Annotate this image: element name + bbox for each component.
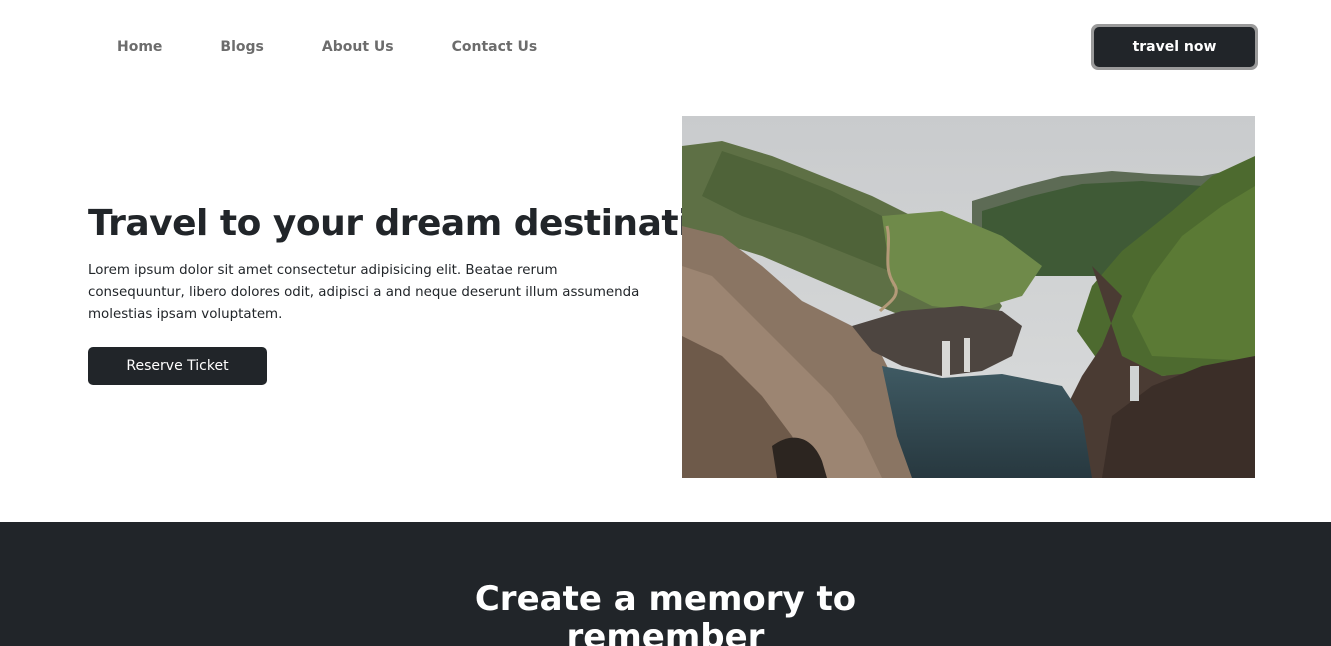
nav-link-contact-us[interactable]: Contact Us — [423, 36, 567, 58]
nav-link-home[interactable]: Home — [88, 36, 191, 58]
section-title-line-1: Create a memory to — [474, 579, 857, 619]
memory-section: Create a memory to remember — [0, 522, 1331, 646]
hero-description: Lorem ipsum dolor sit amet consectetur a… — [88, 263, 640, 322]
coastal-canyon-illustration — [682, 116, 1255, 478]
travel-now-label: travel now — [1094, 27, 1255, 67]
navbar: Home Blogs About Us Contact Us travel no… — [0, 0, 1331, 95]
travel-now-button[interactable]: travel now — [1091, 24, 1258, 70]
hero-title: Travel to your dream destination — [88, 203, 740, 244]
hero-image — [682, 116, 1255, 478]
nav-links: Home Blogs About Us Contact Us — [88, 36, 566, 58]
nav-link-blogs[interactable]: Blogs — [191, 36, 292, 58]
section-title-line-2: remember — [566, 617, 765, 646]
reserve-ticket-button[interactable]: Reserve Ticket — [88, 347, 267, 385]
nav-link-about-us[interactable]: About Us — [293, 36, 423, 58]
section-title: Create a memory to remember — [0, 580, 1331, 646]
